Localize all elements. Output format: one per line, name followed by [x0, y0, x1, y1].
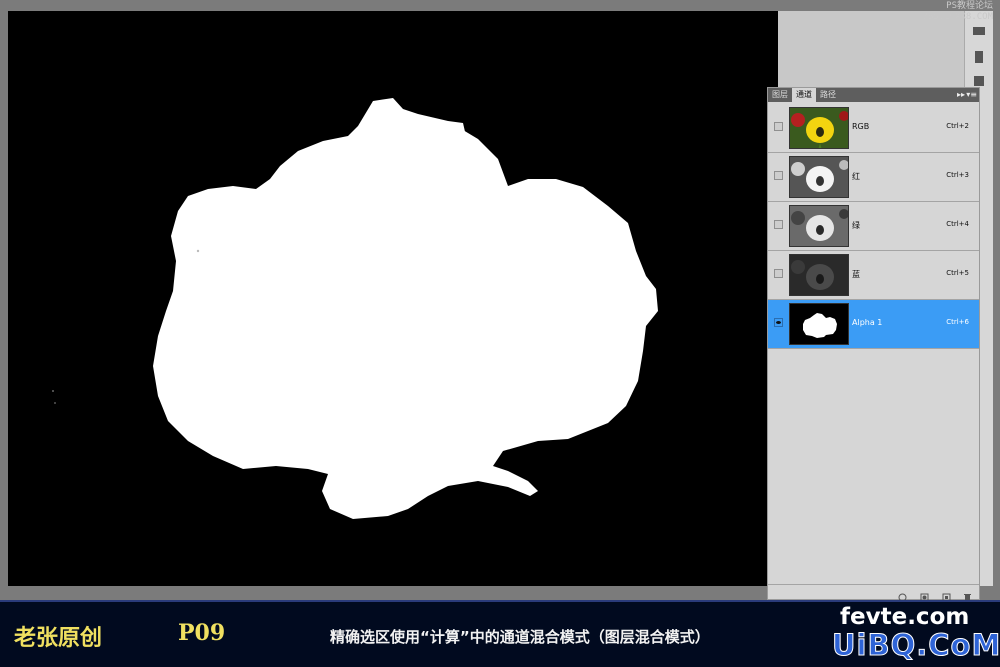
channel-name: Alpha 1	[852, 318, 883, 327]
page-number: P09	[178, 620, 226, 646]
save-selection-icon[interactable]	[920, 587, 929, 602]
channel-name: 蓝	[852, 270, 860, 279]
channels-panel: 图层 通道 路径 ▸▸ ▾≡ RGB Ctrl+2 红 Ctrl+3 绿 Ctr…	[767, 87, 980, 602]
channel-thumbnail	[789, 107, 849, 149]
brush-preset-icon[interactable]	[971, 23, 987, 39]
channel-row-blue[interactable]: 蓝 Ctrl+5	[768, 251, 979, 300]
panel-menu-icon[interactable]: ▾≡	[966, 88, 977, 102]
delete-channel-icon[interactable]	[963, 587, 972, 601]
top-watermark-line1: PS教程论坛	[946, 1, 993, 11]
tab-channels[interactable]: 通道	[792, 88, 816, 102]
visibility-toggle[interactable]	[774, 220, 783, 229]
site-watermark: fevte.com UiBQ.CoM	[831, 604, 1000, 666]
channel-shortcut: Ctrl+6	[946, 318, 969, 326]
author-label: 老张原创	[14, 625, 103, 651]
new-channel-icon[interactable]	[942, 587, 951, 602]
channel-thumbnail	[789, 205, 849, 247]
watermark-line2: UiBQ.CoM	[831, 628, 1000, 663]
channel-thumbnail	[789, 303, 849, 345]
visibility-toggle[interactable]	[774, 269, 783, 278]
channel-shortcut: Ctrl+3	[946, 171, 969, 179]
channel-name: 绿	[852, 221, 860, 230]
channel-name: 红	[852, 172, 860, 181]
visibility-toggle[interactable]	[774, 122, 783, 131]
workspace-background	[778, 11, 964, 91]
channel-row-red[interactable]: 红 Ctrl+3	[768, 153, 979, 202]
channel-row-green[interactable]: 绿 Ctrl+4	[768, 202, 979, 251]
top-watermark-line2: BBS.16XX8.COM	[922, 12, 993, 22]
clone-source-icon[interactable]	[971, 49, 987, 65]
channel-thumbnail	[789, 254, 849, 296]
visibility-toggle[interactable]	[774, 318, 783, 327]
channel-name: RGB	[852, 122, 870, 131]
top-watermark: PS教程论坛 BBS.16XX8.COM	[905, 1, 993, 23]
tab-layers[interactable]: 图层	[768, 88, 792, 102]
load-selection-icon[interactable]	[898, 587, 907, 602]
channel-thumbnail	[789, 156, 849, 198]
channel-row-alpha1[interactable]: Alpha 1 Ctrl+6	[768, 300, 979, 349]
collapse-panel-icon[interactable]: ▸▸	[957, 88, 965, 102]
channel-list: RGB Ctrl+2 红 Ctrl+3 绿 Ctrl+4 蓝 Ctrl+5 Al…	[768, 104, 979, 349]
tab-paths[interactable]: 路径	[816, 88, 840, 102]
panel-tabs: 图层 通道 路径	[768, 88, 840, 102]
panel-footer	[768, 584, 979, 602]
eye-icon	[776, 321, 781, 324]
document-canvas[interactable]	[8, 11, 778, 586]
visibility-toggle[interactable]	[774, 171, 783, 180]
channel-shortcut: Ctrl+4	[946, 220, 969, 228]
channel-shortcut: Ctrl+5	[946, 269, 969, 277]
channel-shortcut: Ctrl+2	[946, 122, 969, 130]
alpha-mask-image	[52, 98, 658, 519]
watermark-line1: fevte.com	[840, 604, 970, 630]
channel-row-rgb[interactable]: RGB Ctrl+2	[768, 104, 979, 153]
lesson-title: 精确选区使用“计算”中的通道混合模式（图层混合模式）	[330, 628, 710, 646]
